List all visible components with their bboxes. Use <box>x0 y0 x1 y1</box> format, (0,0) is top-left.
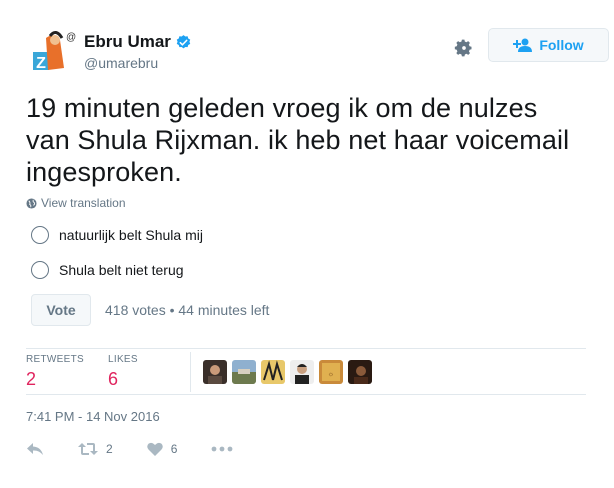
display-name[interactable]: Ebru Umar <box>84 32 171 52</box>
radio-button[interactable] <box>31 226 49 244</box>
divider <box>26 394 586 395</box>
likes-label: LIKES <box>108 354 138 365</box>
avatar[interactable]: Z @ <box>30 28 76 74</box>
tweet-timestamp[interactable]: 7:41 PM - 14 Nov 2016 <box>26 409 160 424</box>
tweet-actions: 2 6 <box>26 442 267 456</box>
user-handle[interactable]: @umarebru <box>84 55 158 71</box>
liker-avatar[interactable]: ☼ <box>319 360 343 384</box>
liker-avatar[interactable] <box>232 360 256 384</box>
divider <box>26 348 586 349</box>
poll-option[interactable]: Shula belt niet terug <box>31 261 184 279</box>
view-translation-link[interactable]: View translation <box>26 196 126 210</box>
likes-count: 6 <box>108 369 119 389</box>
reply-icon <box>27 443 43 455</box>
svg-text:☼: ☼ <box>328 371 334 378</box>
add-user-icon <box>513 38 533 52</box>
liker-avatar[interactable] <box>203 360 227 384</box>
liker-avatars: ☼ <box>203 360 377 384</box>
tweet-header: Z @ Ebru Umar @umarebru Follow <box>30 28 609 78</box>
poll-option[interactable]: natuurlijk belt Shula mij <box>31 226 203 244</box>
reply-button[interactable] <box>26 442 44 456</box>
stats-separator <box>190 352 191 392</box>
like-count: 6 <box>170 442 178 456</box>
retweet-button[interactable]: 2 <box>78 442 113 456</box>
more-icon <box>211 446 233 452</box>
retweets-count: 2 <box>26 369 37 389</box>
likes-stat[interactable]: LIKES 6 <box>108 354 138 390</box>
view-translation-label: View translation <box>41 196 126 210</box>
liker-avatar[interactable] <box>348 360 372 384</box>
svg-text:Z: Z <box>36 55 46 72</box>
retweets-stat[interactable]: RETWEETS 2 <box>26 354 84 390</box>
vote-button[interactable]: Vote <box>31 294 91 326</box>
poll-option-label: Shula belt niet terug <box>59 262 184 278</box>
radio-button[interactable] <box>31 261 49 279</box>
name-row: Ebru Umar <box>84 32 192 52</box>
follow-label: Follow <box>539 37 584 53</box>
more-button[interactable] <box>211 446 233 452</box>
globe-icon <box>26 197 37 209</box>
svg-text:@: @ <box>66 32 76 43</box>
retweet-icon <box>78 443 98 455</box>
like-button[interactable]: 6 <box>146 442 178 456</box>
gear-icon[interactable] <box>454 38 474 58</box>
verified-badge-icon <box>176 34 191 48</box>
tweet-text: 19 minuten geleden vroeg ik om de nulzes… <box>26 93 570 187</box>
heart-icon <box>146 442 163 456</box>
poll-meta: 418 votes • 44 minutes left <box>105 302 270 318</box>
liker-avatar[interactable] <box>290 360 314 384</box>
retweets-label: RETWEETS <box>26 354 84 365</box>
poll-option-label: natuurlijk belt Shula mij <box>59 227 203 243</box>
retweet-count: 2 <box>106 442 113 456</box>
follow-button[interactable]: Follow <box>488 28 609 62</box>
liker-avatar[interactable] <box>261 360 285 384</box>
